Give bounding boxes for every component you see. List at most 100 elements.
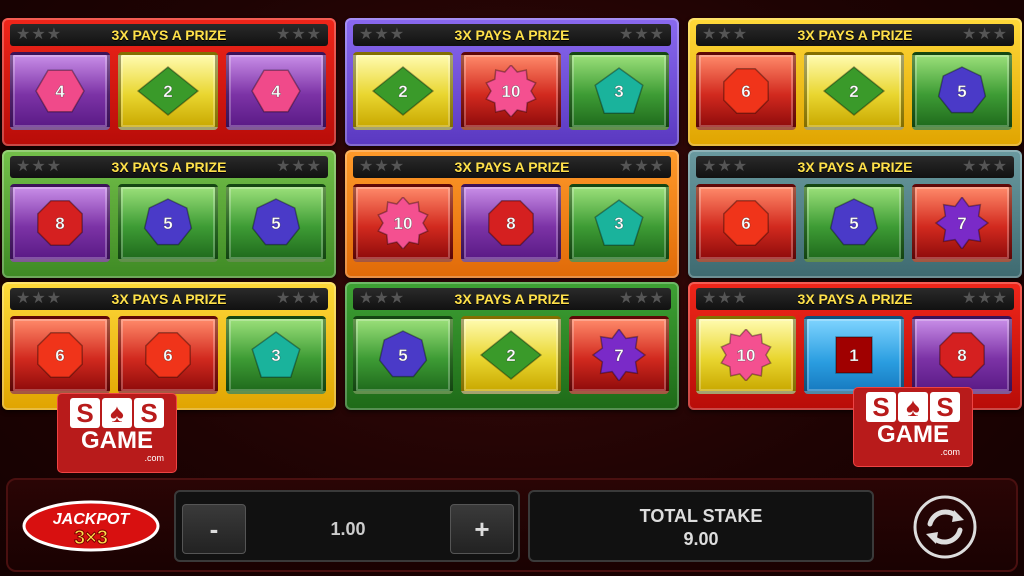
logo-letter: S (930, 392, 960, 422)
scratch-cell[interactable]: 3 (569, 52, 669, 130)
scratch-cell[interactable]: 5 (226, 184, 326, 262)
symbol-value: 5 (271, 214, 280, 233)
banner-title: 3X PAYS A PRIZE (111, 291, 227, 307)
octagon-symbol-icon: 6 (145, 332, 191, 378)
pentagon-symbol-icon: 3 (594, 199, 644, 246)
prize-banner: ★★★ 3X PAYS A PRIZE ★★★ (353, 288, 671, 310)
scratch-cell[interactable]: 2 (461, 316, 561, 394)
logo-letter: S (134, 398, 164, 428)
jackpot-3x3-logo: JACKPOT 3×3 (22, 500, 160, 552)
scratch-cell[interactable]: 2 (118, 52, 218, 130)
star8-symbol-icon: 7 (934, 197, 990, 249)
stars-icon: ★★★ (16, 26, 63, 43)
stars-icon: ★★★ (702, 158, 749, 175)
scratch-cell[interactable]: 3 (226, 316, 326, 394)
jackpot-word: JACKPOT (53, 511, 131, 528)
symbol-value: 8 (55, 214, 64, 233)
scratch-cell[interactable]: 8 (10, 184, 110, 262)
prize-banner: ★★★ 3X PAYS A PRIZE ★★★ (353, 24, 671, 46)
scratch-cell[interactable]: 10 (353, 184, 453, 262)
prize-banner: ★★★ 3X PAYS A PRIZE ★★★ (10, 156, 328, 178)
scratch-cell[interactable]: 4 (226, 52, 326, 130)
symbol-value: 10 (737, 346, 756, 365)
decrease-stake-button[interactable]: - (182, 504, 246, 554)
symbol-value: 7 (957, 214, 966, 233)
pentagon-symbol-icon: 3 (251, 331, 301, 378)
scratch-cell[interactable]: 6 (696, 184, 796, 262)
stars-icon: ★★★ (961, 158, 1008, 175)
ticket-card: ★★★ 3X PAYS A PRIZE ★★★ 5 2 7 (345, 282, 679, 410)
stars-icon: ★★★ (702, 26, 749, 43)
scratch-cell[interactable]: 8 (461, 184, 561, 262)
scratch-cell[interactable]: 8 (912, 316, 1012, 394)
symbol-value: 4 (271, 82, 281, 101)
scratch-cell[interactable]: 1 (804, 316, 904, 394)
scratch-cell[interactable]: 4 (10, 52, 110, 130)
logo-spade-icon: ♠ (898, 392, 928, 422)
banner-title: 3X PAYS A PRIZE (797, 291, 913, 307)
ticket-card: ★★★ 3X PAYS A PRIZE ★★★ 4 2 4 (2, 18, 336, 146)
octagon-symbol-icon: 6 (723, 68, 769, 114)
scratch-cell[interactable]: 7 (569, 316, 669, 394)
sos-game-watermark-right: S ♠ S GAME .com (854, 388, 972, 466)
logo-letter: S (866, 392, 896, 422)
stake-selector: - 1.00 + (174, 490, 520, 562)
prize-banner: ★★★ 3X PAYS A PRIZE ★★★ (696, 24, 1014, 46)
symbol-value: 2 (163, 82, 172, 101)
scratch-cell[interactable]: 10 (461, 52, 561, 130)
diamond-symbol-icon: 2 (823, 66, 885, 116)
ticket-grid: ★★★ 3X PAYS A PRIZE ★★★ 4 2 4 ★★★ 3X PAYS A PRI… (0, 14, 1024, 410)
prize-banner: ★★★ 3X PAYS A PRIZE ★★★ (10, 288, 328, 310)
ticket-card: ★★★ 3X PAYS A PRIZE ★★★ 8 5 5 (2, 150, 336, 278)
scratch-cell[interactable]: 7 (912, 184, 1012, 262)
symbol-value: 5 (849, 214, 858, 233)
symbol-value: 6 (55, 346, 64, 365)
scratch-cell[interactable]: 2 (353, 52, 453, 130)
scratch-cell[interactable]: 5 (912, 52, 1012, 130)
increase-stake-button[interactable]: + (450, 504, 514, 554)
scratch-cell[interactable]: 6 (10, 316, 110, 394)
stars-icon: ★★★ (359, 26, 406, 43)
stars-icon: ★★★ (16, 158, 63, 175)
stars-icon: ★★★ (618, 26, 665, 43)
scratch-cell[interactable]: 5 (353, 316, 453, 394)
stars-icon: ★★★ (359, 158, 406, 175)
prize-banner: ★★★ 3X PAYS A PRIZE ★★★ (696, 288, 1014, 310)
banner-title: 3X PAYS A PRIZE (797, 27, 913, 43)
sos-game-watermark-left: S ♠ S GAME .com (58, 394, 176, 472)
prize-banner: ★★★ 3X PAYS A PRIZE ★★★ (696, 156, 1014, 178)
stars-icon: ★★★ (16, 290, 63, 307)
diamond-symbol-icon: 2 (480, 330, 542, 380)
symbol-value: 2 (398, 82, 407, 101)
octagon-symbol-icon: 6 (723, 200, 769, 246)
symbol-value: 3 (614, 82, 623, 101)
scratch-cell[interactable]: 6 (118, 316, 218, 394)
scratch-cell[interactable]: 10 (696, 316, 796, 394)
scratch-cell[interactable]: 5 (804, 184, 904, 262)
prize-banner: ★★★ 3X PAYS A PRIZE ★★★ (353, 156, 671, 178)
scratch-cell[interactable]: 5 (118, 184, 218, 262)
banner-title: 3X PAYS A PRIZE (454, 159, 570, 175)
replay-button[interactable] (900, 492, 990, 562)
scratch-cell[interactable]: 2 (804, 52, 904, 130)
heptagon-symbol-icon: 5 (251, 198, 301, 246)
heptagon-symbol-icon: 5 (143, 198, 193, 246)
stars-icon: ★★★ (961, 290, 1008, 307)
heptagon-symbol-icon: 5 (378, 330, 428, 378)
ticket-card: ★★★ 3X PAYS A PRIZE ★★★ 10 8 3 (345, 150, 679, 278)
symbol-value: 2 (506, 346, 515, 365)
symbol-value: 5 (398, 346, 407, 365)
pentagon-symbol-icon: 3 (594, 67, 644, 114)
hexagon-symbol-icon: 4 (251, 69, 301, 113)
ticket-card: ★★★ 3X PAYS A PRIZE ★★★ 6 5 7 (688, 150, 1022, 278)
symbol-value: 8 (957, 346, 966, 365)
symbol-value: 6 (163, 346, 172, 365)
scratch-cell[interactable]: 6 (696, 52, 796, 130)
diamond-symbol-icon: 2 (372, 66, 434, 116)
stake-value: 1.00 (330, 519, 366, 539)
symbol-value: 8 (506, 214, 515, 233)
banner-title: 3X PAYS A PRIZE (454, 27, 570, 43)
scratch-cell[interactable]: 3 (569, 184, 669, 262)
control-bar: JACKPOT 3×3 - 1.00 + TOTAL STAKE 9.00 (6, 478, 1018, 572)
ticket-card: ★★★ 3X PAYS A PRIZE ★★★ 6 6 3 (2, 282, 336, 410)
